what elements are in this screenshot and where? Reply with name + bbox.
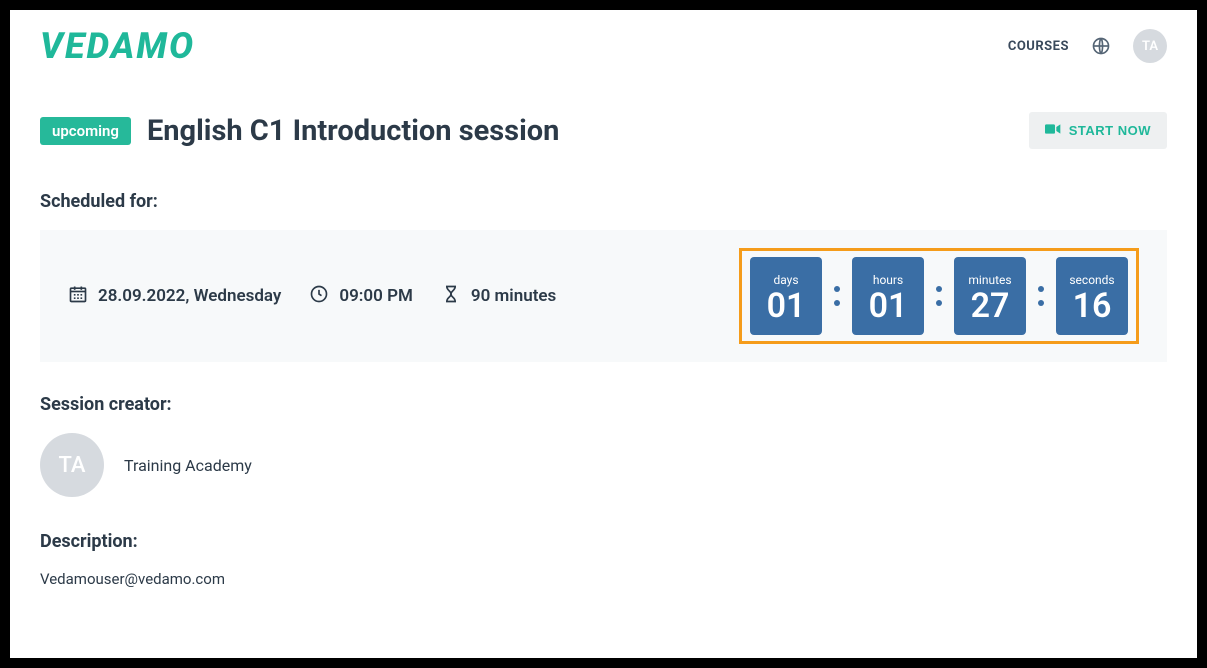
countdown-seconds-label: seconds bbox=[1069, 273, 1114, 287]
clock-icon bbox=[309, 284, 329, 309]
creator-avatar[interactable]: TA bbox=[40, 433, 104, 497]
courses-link[interactable]: COURSES bbox=[1008, 39, 1069, 54]
hourglass-icon bbox=[441, 284, 461, 309]
creator-row: TA Training Academy bbox=[40, 433, 1167, 497]
countdown-minutes: minutes 27 bbox=[954, 257, 1026, 335]
scheduled-label: Scheduled for: bbox=[40, 191, 1167, 212]
countdown-minutes-label: minutes bbox=[968, 273, 1011, 287]
status-badge: upcoming bbox=[40, 117, 131, 145]
title-row: upcoming English C1 Introduction session… bbox=[40, 112, 1167, 149]
header: VEDAMO COURSES TA bbox=[40, 28, 1167, 64]
countdown-hours-label: hours bbox=[873, 273, 903, 287]
user-avatar[interactable]: TA bbox=[1133, 29, 1167, 63]
description-text: Vedamouser@vedamo.com bbox=[40, 570, 1167, 588]
countdown-minutes-value: 27 bbox=[971, 289, 1010, 323]
logo[interactable]: VEDAMO bbox=[40, 28, 195, 64]
countdown-separator bbox=[1038, 286, 1044, 306]
countdown-hours: hours 01 bbox=[852, 257, 924, 335]
countdown-seconds-value: 16 bbox=[1073, 289, 1112, 323]
schedule-duration-text: 90 minutes bbox=[471, 286, 556, 306]
countdown-days: days 01 bbox=[750, 257, 822, 335]
page-title: English C1 Introduction session bbox=[147, 114, 559, 148]
calendar-icon bbox=[68, 284, 88, 309]
header-right: COURSES TA bbox=[1008, 29, 1167, 63]
video-icon bbox=[1045, 122, 1061, 139]
countdown: days 01 hours 01 minutes 27 seconds 16 bbox=[739, 248, 1139, 344]
start-now-label: START NOW bbox=[1069, 123, 1151, 138]
countdown-separator bbox=[834, 286, 840, 306]
schedule-duration: 90 minutes bbox=[441, 284, 556, 309]
countdown-hours-value: 01 bbox=[869, 289, 908, 323]
schedule-bar: 28.09.2022, Wednesday 09:00 PM bbox=[40, 230, 1167, 362]
countdown-days-label: days bbox=[773, 273, 798, 287]
countdown-separator bbox=[936, 286, 942, 306]
countdown-seconds: seconds 16 bbox=[1056, 257, 1128, 335]
description-label: Description: bbox=[40, 531, 1167, 552]
start-now-button[interactable]: START NOW bbox=[1029, 112, 1167, 149]
schedule-date: 28.09.2022, Wednesday bbox=[68, 284, 281, 309]
schedule-time: 09:00 PM bbox=[309, 284, 413, 309]
creator-name: Training Academy bbox=[124, 456, 252, 475]
creator-label: Session creator: bbox=[40, 394, 1167, 415]
globe-icon[interactable] bbox=[1091, 36, 1111, 56]
schedule-time-text: 09:00 PM bbox=[339, 286, 413, 306]
countdown-days-value: 01 bbox=[767, 289, 806, 323]
schedule-date-text: 28.09.2022, Wednesday bbox=[98, 286, 281, 306]
